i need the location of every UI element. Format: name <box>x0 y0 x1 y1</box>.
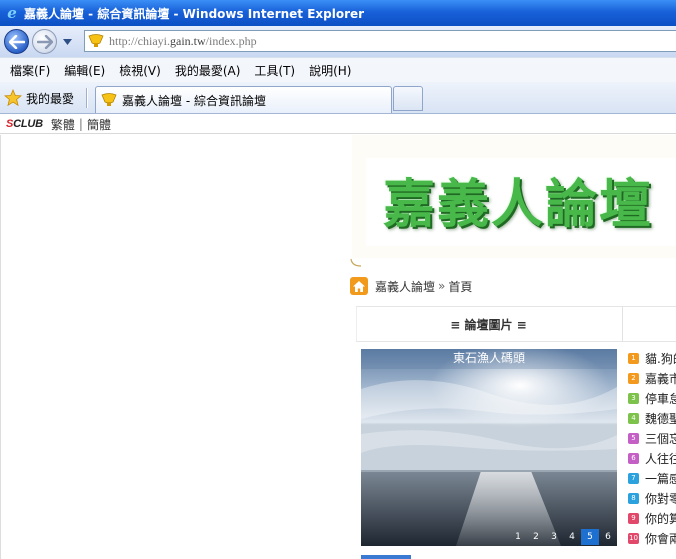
rank-badge: 3 <box>628 392 639 404</box>
back-arrow-icon <box>8 34 25 49</box>
thread-list-item[interactable]: 5 三個忘 <box>628 428 676 448</box>
back-button[interactable] <box>4 29 29 54</box>
page-left-blank-area <box>0 135 352 559</box>
breadcrumb-site-link[interactable]: 嘉義人論壇 <box>375 278 435 295</box>
ie-logo-icon: e <box>7 4 17 22</box>
thread-title-link[interactable]: 人往往 <box>645 450 676 467</box>
favorites-label: 我的最愛 <box>26 91 75 106</box>
rank-badge: 5 <box>628 432 639 444</box>
thread-title-link[interactable]: 停車怠 <box>645 390 676 407</box>
navigation-bar: http://chiayi.gain.tw/index.php <box>0 26 676 57</box>
menu-file[interactable]: 檔案(F) <box>3 62 57 79</box>
traditional-chinese-link[interactable]: 繁體 <box>51 116 75 133</box>
favorites-button[interactable]: 我的最愛 <box>4 87 74 109</box>
rank-badge: 6 <box>628 452 639 464</box>
rank-badge: 8 <box>628 492 639 504</box>
slideshow-page-2[interactable]: 2 <box>527 529 545 545</box>
chevron-down-icon <box>62 38 72 45</box>
window-title: 嘉義人論壇 - 綜合資訊論壇 - Windows Internet Explor… <box>24 6 365 21</box>
home-icon[interactable] <box>350 277 368 295</box>
breadcrumb-separator: » <box>438 279 446 293</box>
slideshow-page-1[interactable]: 1 <box>509 529 527 545</box>
thread-title-link[interactable]: 一篇感 <box>645 470 676 487</box>
menu-edit[interactable]: 編輯(E) <box>57 62 112 79</box>
menu-tools[interactable]: 工具(T) <box>247 62 302 79</box>
thread-list-item[interactable]: 4 魏德聖 <box>628 408 676 428</box>
slideshow-page-6[interactable]: 6 <box>599 529 617 545</box>
rank-badge: 10 <box>628 532 639 544</box>
slideshow-page-4[interactable]: 4 <box>563 529 581 545</box>
column-divider <box>622 306 623 342</box>
address-bar[interactable]: http://chiayi.gain.tw/index.php <box>84 30 676 52</box>
favorites-tab-bar: 我的最愛 嘉義人論壇 - 綜合資訊論壇 <box>0 82 676 114</box>
thread-list-item[interactable]: 1 貓.狗的 <box>628 348 676 368</box>
thread-list-item[interactable]: 2 嘉義市 <box>628 368 676 388</box>
browser-tab[interactable]: 嘉義人論壇 - 綜合資訊論壇 <box>95 86 392 113</box>
menu-view[interactable]: 檢視(V) <box>112 62 168 79</box>
thread-title-link[interactable]: 貓.狗的 <box>645 350 676 367</box>
thread-list-item[interactable]: 6 人往往 <box>628 448 676 468</box>
site-favicon-icon <box>88 34 104 47</box>
forum-images-title: ≡ 論壇圖片 ≡ <box>450 318 527 332</box>
thread-list-item[interactable]: 3 停車怠 <box>628 388 676 408</box>
rank-badge: 4 <box>628 412 639 424</box>
tab-label: 嘉義人論壇 - 綜合資訊論壇 <box>122 93 266 108</box>
thread-title-link[interactable]: 三個忘 <box>645 430 676 447</box>
sclub-logo[interactable]: SCLUB <box>6 118 43 130</box>
slideshow-page-3[interactable]: 3 <box>545 529 563 545</box>
thread-list-item[interactable]: 10 你會兩 <box>628 528 676 548</box>
menu-help[interactable]: 說明(H) <box>302 62 358 79</box>
forward-arrow-icon <box>36 34 53 49</box>
new-tab-button[interactable] <box>393 86 423 111</box>
history-dropdown-button[interactable] <box>62 38 72 45</box>
rank-badge: 2 <box>628 372 639 384</box>
site-favicon-icon <box>101 93 117 106</box>
window-titlebar: e 嘉義人論壇 - 綜合資訊論壇 - Windows Internet Expl… <box>0 0 676 26</box>
thread-title-link[interactable]: 嘉義市 <box>645 370 676 387</box>
slideshow-pager: 123456 <box>509 529 617 545</box>
address-url[interactable]: http://chiayi.gain.tw/index.php <box>109 34 257 49</box>
breadcrumb-current-page: 首頁 <box>448 279 473 294</box>
thread-list-item[interactable]: 9 你的算 <box>628 508 676 528</box>
toolbar-divider <box>86 88 88 108</box>
rank-badge: 1 <box>628 352 639 364</box>
slideshow-image[interactable] <box>361 349 617 546</box>
thread-list-item[interactable]: 8 你對零 <box>628 488 676 508</box>
menu-favorites[interactable]: 我的最愛(A) <box>168 62 248 79</box>
breadcrumb: 嘉義人論壇 » 首頁 <box>350 276 472 296</box>
star-icon <box>4 89 22 107</box>
site-logo[interactable]: 嘉義人論壇 <box>383 162 653 237</box>
thread-list-item[interactable]: 7 一篇感 <box>628 468 676 488</box>
hot-threads-list: 1 貓.狗的 2 嘉義市 3 停車怠 4 魏德聖 5 三個忘 6 人往往 7 一篇感 8 你對零 9 你的算 10 你… <box>628 348 676 548</box>
rank-badge: 7 <box>628 472 639 484</box>
lang-separator: | <box>78 117 83 131</box>
thread-title-link[interactable]: 你會兩 <box>645 530 676 547</box>
thread-title-link[interactable]: 魏德聖 <box>645 410 676 427</box>
slideshow-page-5[interactable]: 5 <box>581 529 599 545</box>
site-top-bar: SCLUB 繁體 | 簡體 <box>0 115 676 134</box>
forward-button[interactable] <box>32 29 57 54</box>
rank-badge: 9 <box>628 512 639 524</box>
menu-bar: 檔案(F) 編輯(E) 檢視(V) 我的最愛(A) 工具(T) 說明(H) <box>0 57 676 82</box>
thread-title-link[interactable]: 你對零 <box>645 490 676 507</box>
lower-section-tab[interactable] <box>361 555 411 559</box>
simplified-chinese-link[interactable]: 簡體 <box>87 116 111 133</box>
banner-corner-ornament-icon <box>350 258 362 267</box>
thread-title-link[interactable]: 你的算 <box>645 510 676 527</box>
slideshow-caption: 東石漁人碼頭 <box>361 349 617 369</box>
